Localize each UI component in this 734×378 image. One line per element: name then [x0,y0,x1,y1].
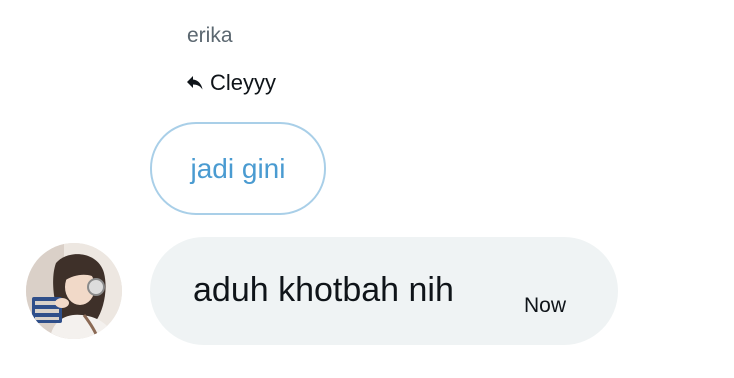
message-timestamp: Now [524,294,567,317]
quoted-message-bubble[interactable]: jadi gini [150,122,326,215]
reply-target-name: Cleyyy [210,70,277,95]
avatar[interactable] [26,243,122,339]
message-bubble[interactable]: aduh khotbah nih Now [150,237,618,345]
message-text: aduh khotbah nih [193,271,454,309]
sender-name: erika [187,24,233,47]
reply-context[interactable]: Cleyyy [186,70,276,96]
quoted-message-text: jadi gini [190,152,286,184]
reply-arrow-icon [186,75,204,91]
